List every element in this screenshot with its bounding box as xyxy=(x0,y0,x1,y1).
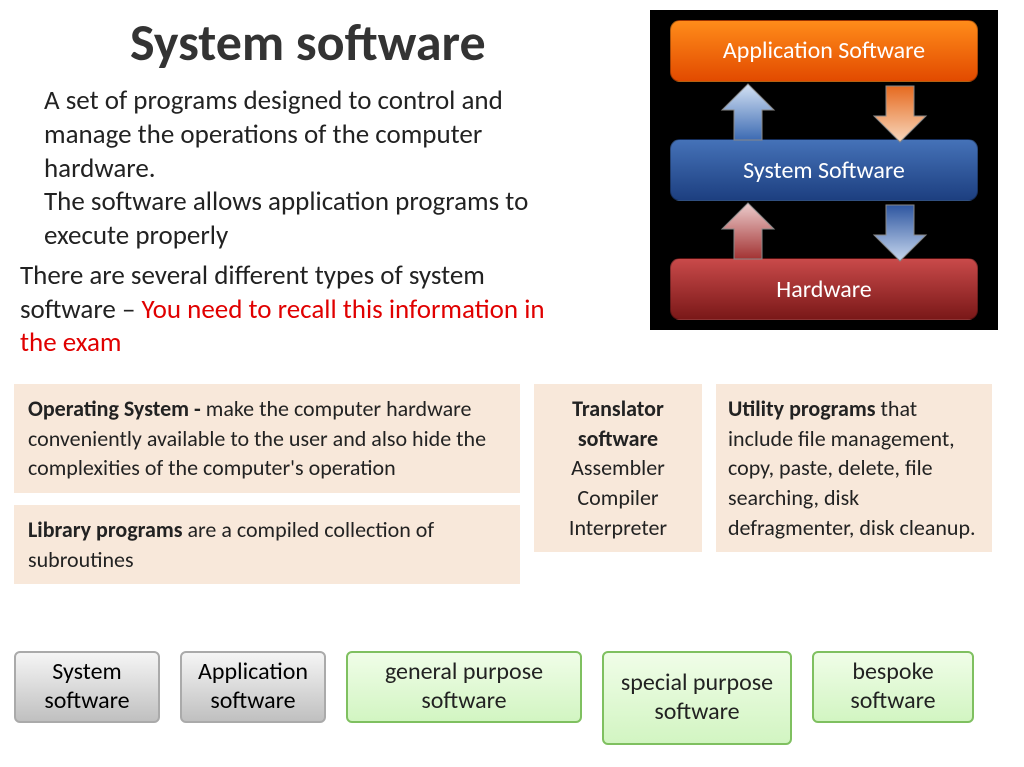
arrow-down-icon xyxy=(868,201,932,263)
card-translator: Translator software Assembler Compiler I… xyxy=(534,384,702,552)
btn-bespoke[interactable]: bespoke software xyxy=(812,651,974,723)
util-bold: Utility programs xyxy=(728,395,881,422)
btn-general-purpose[interactable]: general purpose software xyxy=(346,651,582,723)
translator-line: Interpreter xyxy=(542,513,694,543)
intro-text: A set of programs designed to control an… xyxy=(0,84,560,253)
intro-p2: The software allows application programs… xyxy=(44,185,528,252)
btn-system-software[interactable]: System software xyxy=(14,651,160,723)
diagram-app-box: Application Software xyxy=(670,20,978,82)
arrow-down-icon xyxy=(868,82,932,144)
info-cards: Operating System - make the computer har… xyxy=(14,384,1010,584)
button-row: System software Application software gen… xyxy=(14,651,1010,745)
btn-application-software[interactable]: Application software xyxy=(180,651,326,723)
os-bold: Operating System - xyxy=(28,395,206,422)
intro-p1: A set of programs designed to control an… xyxy=(44,84,503,185)
card-library-programs: Library programs are a compiled collecti… xyxy=(14,505,520,584)
translator-title: Translator software xyxy=(542,394,694,453)
lib-bold: Library programs xyxy=(28,516,187,543)
diagram-hw-box: Hardware xyxy=(670,258,978,320)
translator-line: Assembler xyxy=(542,453,694,483)
arrow-up-icon xyxy=(716,201,780,263)
btn-special-purpose[interactable]: special purpose software xyxy=(602,651,792,745)
diagram-arrows-bottom xyxy=(670,201,978,259)
arrow-up-icon xyxy=(716,82,780,144)
diagram-arrows-top xyxy=(670,82,978,140)
translator-line: Compiler xyxy=(542,483,694,513)
layer-diagram: Application Software System Software Har… xyxy=(650,10,998,330)
card-operating-system: Operating System - make the computer har… xyxy=(14,384,520,493)
card-utility: Utility programs that include file manag… xyxy=(716,384,992,552)
types-text: There are several different types of sys… xyxy=(0,253,560,360)
diagram-sys-box: System Software xyxy=(670,139,978,201)
